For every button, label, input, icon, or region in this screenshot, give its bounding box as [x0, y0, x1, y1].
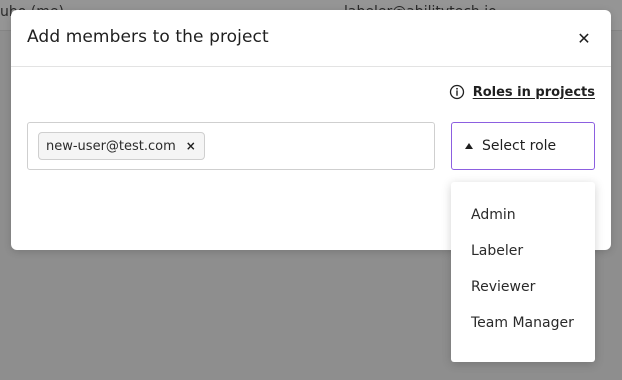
role-option-reviewer[interactable]: Reviewer — [451, 269, 595, 305]
role-select-placeholder: Select role — [482, 138, 557, 154]
role-select[interactable]: Select role — [451, 122, 595, 170]
role-option-team-manager[interactable]: Team Manager — [451, 305, 595, 341]
email-chip-label: new-user@test.com — [46, 138, 176, 154]
email-chip: new-user@test.com × — [38, 132, 205, 160]
modal-header: Add members to the project ✕ — [11, 10, 611, 67]
close-button[interactable]: ✕ — [575, 28, 593, 48]
info-icon — [449, 84, 465, 100]
role-option-admin[interactable]: Admin — [451, 197, 595, 233]
role-dropdown: Admin Labeler Reviewer Team Manager — [451, 182, 595, 362]
remove-chip-icon[interactable]: × — [186, 139, 196, 153]
member-email-input[interactable]: new-user@test.com × — [27, 122, 435, 170]
caret-up-icon — [465, 143, 473, 149]
modal-title: Add members to the project — [27, 27, 269, 47]
roles-link-label: Roles in projects — [472, 84, 595, 100]
close-icon: ✕ — [577, 28, 591, 48]
roles-in-projects-link[interactable]: Roles in projects — [449, 84, 595, 100]
role-option-labeler[interactable]: Labeler — [451, 233, 595, 269]
